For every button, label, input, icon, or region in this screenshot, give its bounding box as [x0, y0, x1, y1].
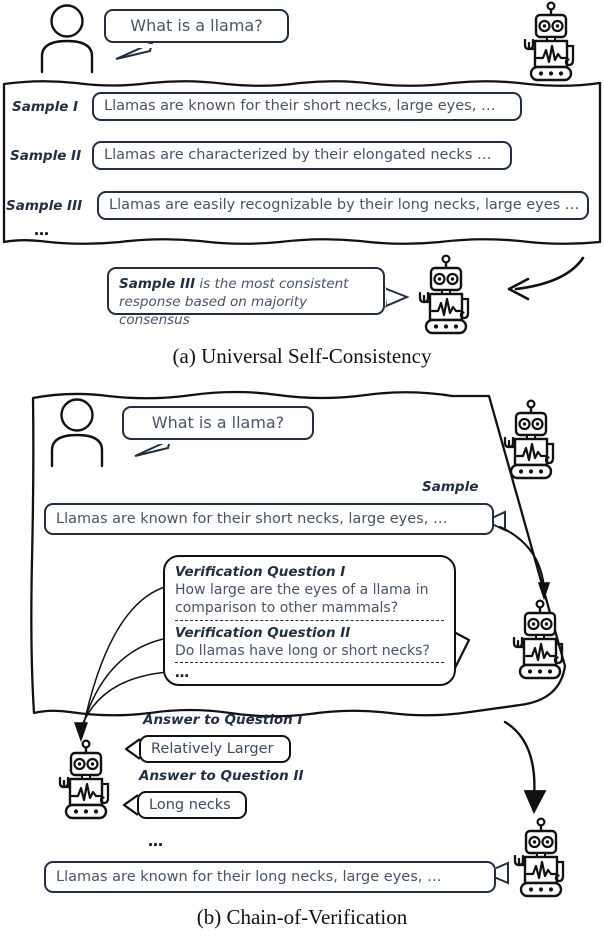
cov-sample-text: Llamas are known for their short necks, …: [56, 510, 448, 527]
tail-mask-a: [104, 44, 164, 48]
cov-answer-1-text: Relatively Larger: [151, 740, 274, 757]
cov-robot-top: [503, 399, 555, 480]
cov-vq-separator-1: [175, 619, 444, 621]
cov-vq-1-head: Verification Question I: [175, 564, 346, 580]
cov-vq-ellipsis: …: [175, 665, 189, 681]
cov-verification-bubble[interactable]: Verification Question I How large are th…: [163, 555, 456, 686]
cov-final-box[interactable]: Llamas are known for their long necks, l…: [44, 861, 496, 893]
cov-vq-1-line1: How large are the eyes of a llama in: [175, 582, 429, 599]
cov-sample-label: Sample: [422, 479, 479, 495]
cov-sample-box[interactable]: Llamas are known for their short necks, …: [44, 503, 494, 535]
usc-sample-1-box[interactable]: Llamas are known for their short necks, …: [92, 92, 522, 121]
cov-answer-2-box[interactable]: Long necks: [137, 791, 247, 819]
cov-question-bubble-tail: [134, 438, 172, 457]
cov-arrow-sample-to-robot-head: [537, 582, 551, 601]
cov-answer2-tail: [122, 794, 139, 816]
cov-arrow-converge-head: [74, 722, 88, 743]
usc-curved-arrow: [514, 256, 585, 291]
cov-answer1-tail: [124, 738, 141, 760]
cov-answers-ellipsis: …: [148, 832, 164, 850]
cov-final-tail: [493, 861, 509, 885]
usc-curved-arrow-head: [507, 277, 530, 301]
usc-user-avatar: [40, 4, 94, 74]
cov-vq-1-line2: comparison to other mammals?: [175, 600, 399, 617]
usc-sample-2-box[interactable]: Llamas are characterized by their elonga…: [92, 141, 512, 170]
cov-answer-1-label: Answer to Question I: [143, 712, 303, 728]
cov-caption: (b) Chain-of-Verification: [196, 905, 408, 929]
usc-robot-verdict: [418, 254, 470, 335]
cov-answer-1-box[interactable]: Relatively Larger: [139, 735, 291, 763]
usc-caption: (a) Universal Self-Consistency: [172, 344, 432, 368]
usc-verdict-emphasis: Sample III: [119, 276, 196, 292]
cov-vq-2-head: Verification Question II: [175, 624, 351, 641]
usc-sample-1-text: Llamas are known for their short necks, …: [104, 98, 496, 115]
cov-user-avatar: [50, 398, 104, 468]
cov-robot-verifier: [512, 599, 564, 680]
cov-arrow-to-final-head: [523, 790, 547, 815]
cov-arrow-sample-to-robot: [498, 525, 546, 590]
cov-vq-2-line1: Do llamas have long or short necks?: [175, 642, 430, 659]
cov-robot-answering: [58, 739, 110, 820]
usc-sample-3-label: Sample III: [6, 198, 83, 214]
tail-mask-c: [124, 440, 182, 444]
usc-question-text: What is a llama?: [130, 16, 263, 35]
cov-arrow-to-final: [503, 720, 536, 800]
cov-vq-bubble-tail: [453, 631, 471, 669]
figure-container: What is a llama? Sample I Llamas are kno…: [0, 0, 604, 942]
cov-arrow-q1: [82, 585, 169, 729]
usc-samples-ellipsis: …: [34, 221, 50, 239]
usc-sample-3-box[interactable]: Llamas are easily recognizable by their …: [97, 191, 589, 220]
usc-verdict-bubble-tail: [382, 286, 410, 308]
cov-vq-separator-2: [175, 662, 444, 663]
cov-answer-2-label: Answer to Question II: [139, 768, 304, 784]
cov-robot-final: [513, 817, 565, 898]
cov-question-text: What is a llama?: [151, 413, 285, 432]
usc-verdict-bubble[interactable]: Sample III is the most consistent respon…: [107, 267, 385, 328]
usc-question-bubble[interactable]: What is a llama?: [104, 9, 289, 43]
usc-sample-1-label: Sample I: [12, 99, 79, 115]
cov-answer-2-text: Long necks: [149, 796, 231, 813]
usc-robot-top: [523, 1, 575, 82]
usc-question-bubble-tail: [115, 41, 154, 60]
usc-sample-2-text: Llamas are characterized by their elonga…: [104, 147, 492, 164]
usc-sample-3-text: Llamas are easily recognizable by their …: [109, 197, 580, 214]
cov-question-bubble[interactable]: What is a llama?: [122, 406, 314, 440]
cov-final-text: Llamas are known for their long necks, l…: [56, 868, 442, 885]
usc-sample-2-label: Sample II: [10, 148, 82, 164]
